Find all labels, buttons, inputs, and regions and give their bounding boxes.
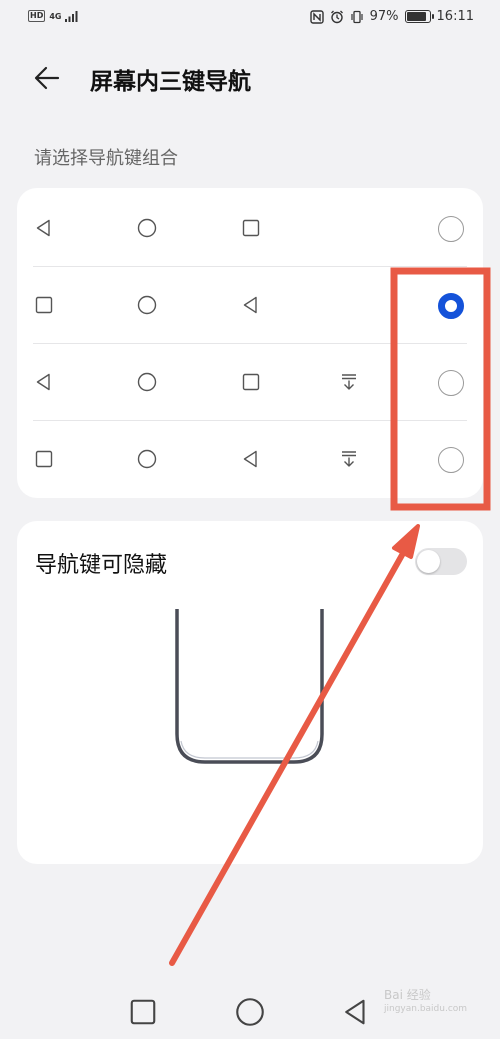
home-button[interactable] xyxy=(235,997,265,1027)
nav-option-key xyxy=(34,372,54,392)
nav-option-key xyxy=(137,295,157,315)
radio-button[interactable] xyxy=(438,447,464,473)
page-title: 屏幕内三键导航 xyxy=(90,69,251,95)
toggle-knob xyxy=(417,550,440,573)
hide-nav-card: 导航键可隐藏 xyxy=(17,521,483,864)
watermark: Bai 经验 jingyan.baidu.com xyxy=(384,988,467,1016)
battery-icon xyxy=(404,10,434,23)
home-circle-icon xyxy=(137,295,157,315)
notification-pull-down-icon xyxy=(342,451,356,467)
back-nav-button[interactable] xyxy=(341,997,371,1027)
hide-nav-toggle[interactable] xyxy=(415,548,467,575)
nav-option-key xyxy=(34,218,54,238)
watermark-text: Bai 经验 xyxy=(384,988,431,1002)
nav-option-row[interactable] xyxy=(17,190,483,267)
nav-option-key xyxy=(339,372,359,392)
nav-option-key xyxy=(34,295,54,315)
status-bar: HD 4G 97% 16:11 xyxy=(0,0,500,38)
back-button[interactable] xyxy=(28,58,68,98)
header: 屏幕内三键导航 xyxy=(0,52,500,104)
home-circle-icon xyxy=(236,998,264,1026)
signal-icon xyxy=(65,11,78,22)
nav-option-key xyxy=(241,218,261,238)
vibrate-icon xyxy=(351,10,363,23)
nav-options-card xyxy=(17,188,483,498)
nav-option-key xyxy=(34,449,54,469)
nav-option-row[interactable] xyxy=(17,421,483,498)
nav-option-key xyxy=(137,218,157,238)
nav-option-key xyxy=(137,449,157,469)
back-triangle-icon xyxy=(36,373,50,391)
back-triangle-icon xyxy=(243,450,257,468)
radio-button[interactable] xyxy=(438,293,464,319)
status-bar-right: 97% 16:11 xyxy=(309,9,474,24)
recents-square-icon xyxy=(35,296,53,314)
nav-option-key xyxy=(137,372,157,392)
nav-option-key xyxy=(241,372,261,392)
back-triangle-icon xyxy=(345,999,365,1025)
radio-button[interactable] xyxy=(438,216,464,242)
nfc-icon xyxy=(309,9,324,24)
arrow-left-icon xyxy=(34,66,60,90)
recents-button[interactable] xyxy=(128,997,158,1027)
back-triangle-icon xyxy=(243,296,257,314)
alarm-icon xyxy=(330,10,343,23)
battery-percent: 97% xyxy=(369,9,399,24)
watermark-sub: jingyan.baidu.com xyxy=(384,1004,468,1014)
back-triangle-icon xyxy=(36,219,50,237)
recents-square-icon xyxy=(242,219,260,237)
nav-option-key xyxy=(241,295,261,315)
nav-option-key xyxy=(241,449,261,469)
recents-square-icon xyxy=(35,450,53,468)
recents-square-icon xyxy=(130,999,156,1025)
nav-option-key xyxy=(339,449,359,469)
hide-nav-label: 导航键可隐藏 xyxy=(35,553,168,578)
home-circle-icon xyxy=(137,218,157,238)
section-label: 请选择导航键组合 xyxy=(34,148,178,169)
network-type: 4G xyxy=(49,11,62,21)
notification-pull-down-icon xyxy=(342,374,356,390)
status-bar-left: HD 4G xyxy=(28,10,79,22)
nav-option-row[interactable] xyxy=(17,344,483,421)
recents-square-icon xyxy=(242,373,260,391)
clock: 16:11 xyxy=(436,9,474,24)
phone-bottom-illustration xyxy=(175,609,324,764)
home-circle-icon xyxy=(137,449,157,469)
nav-option-row[interactable] xyxy=(17,267,483,344)
home-circle-icon xyxy=(137,372,157,392)
battery-fill xyxy=(406,12,426,21)
radio-button[interactable] xyxy=(438,370,464,396)
hd-badge: HD xyxy=(28,10,46,22)
